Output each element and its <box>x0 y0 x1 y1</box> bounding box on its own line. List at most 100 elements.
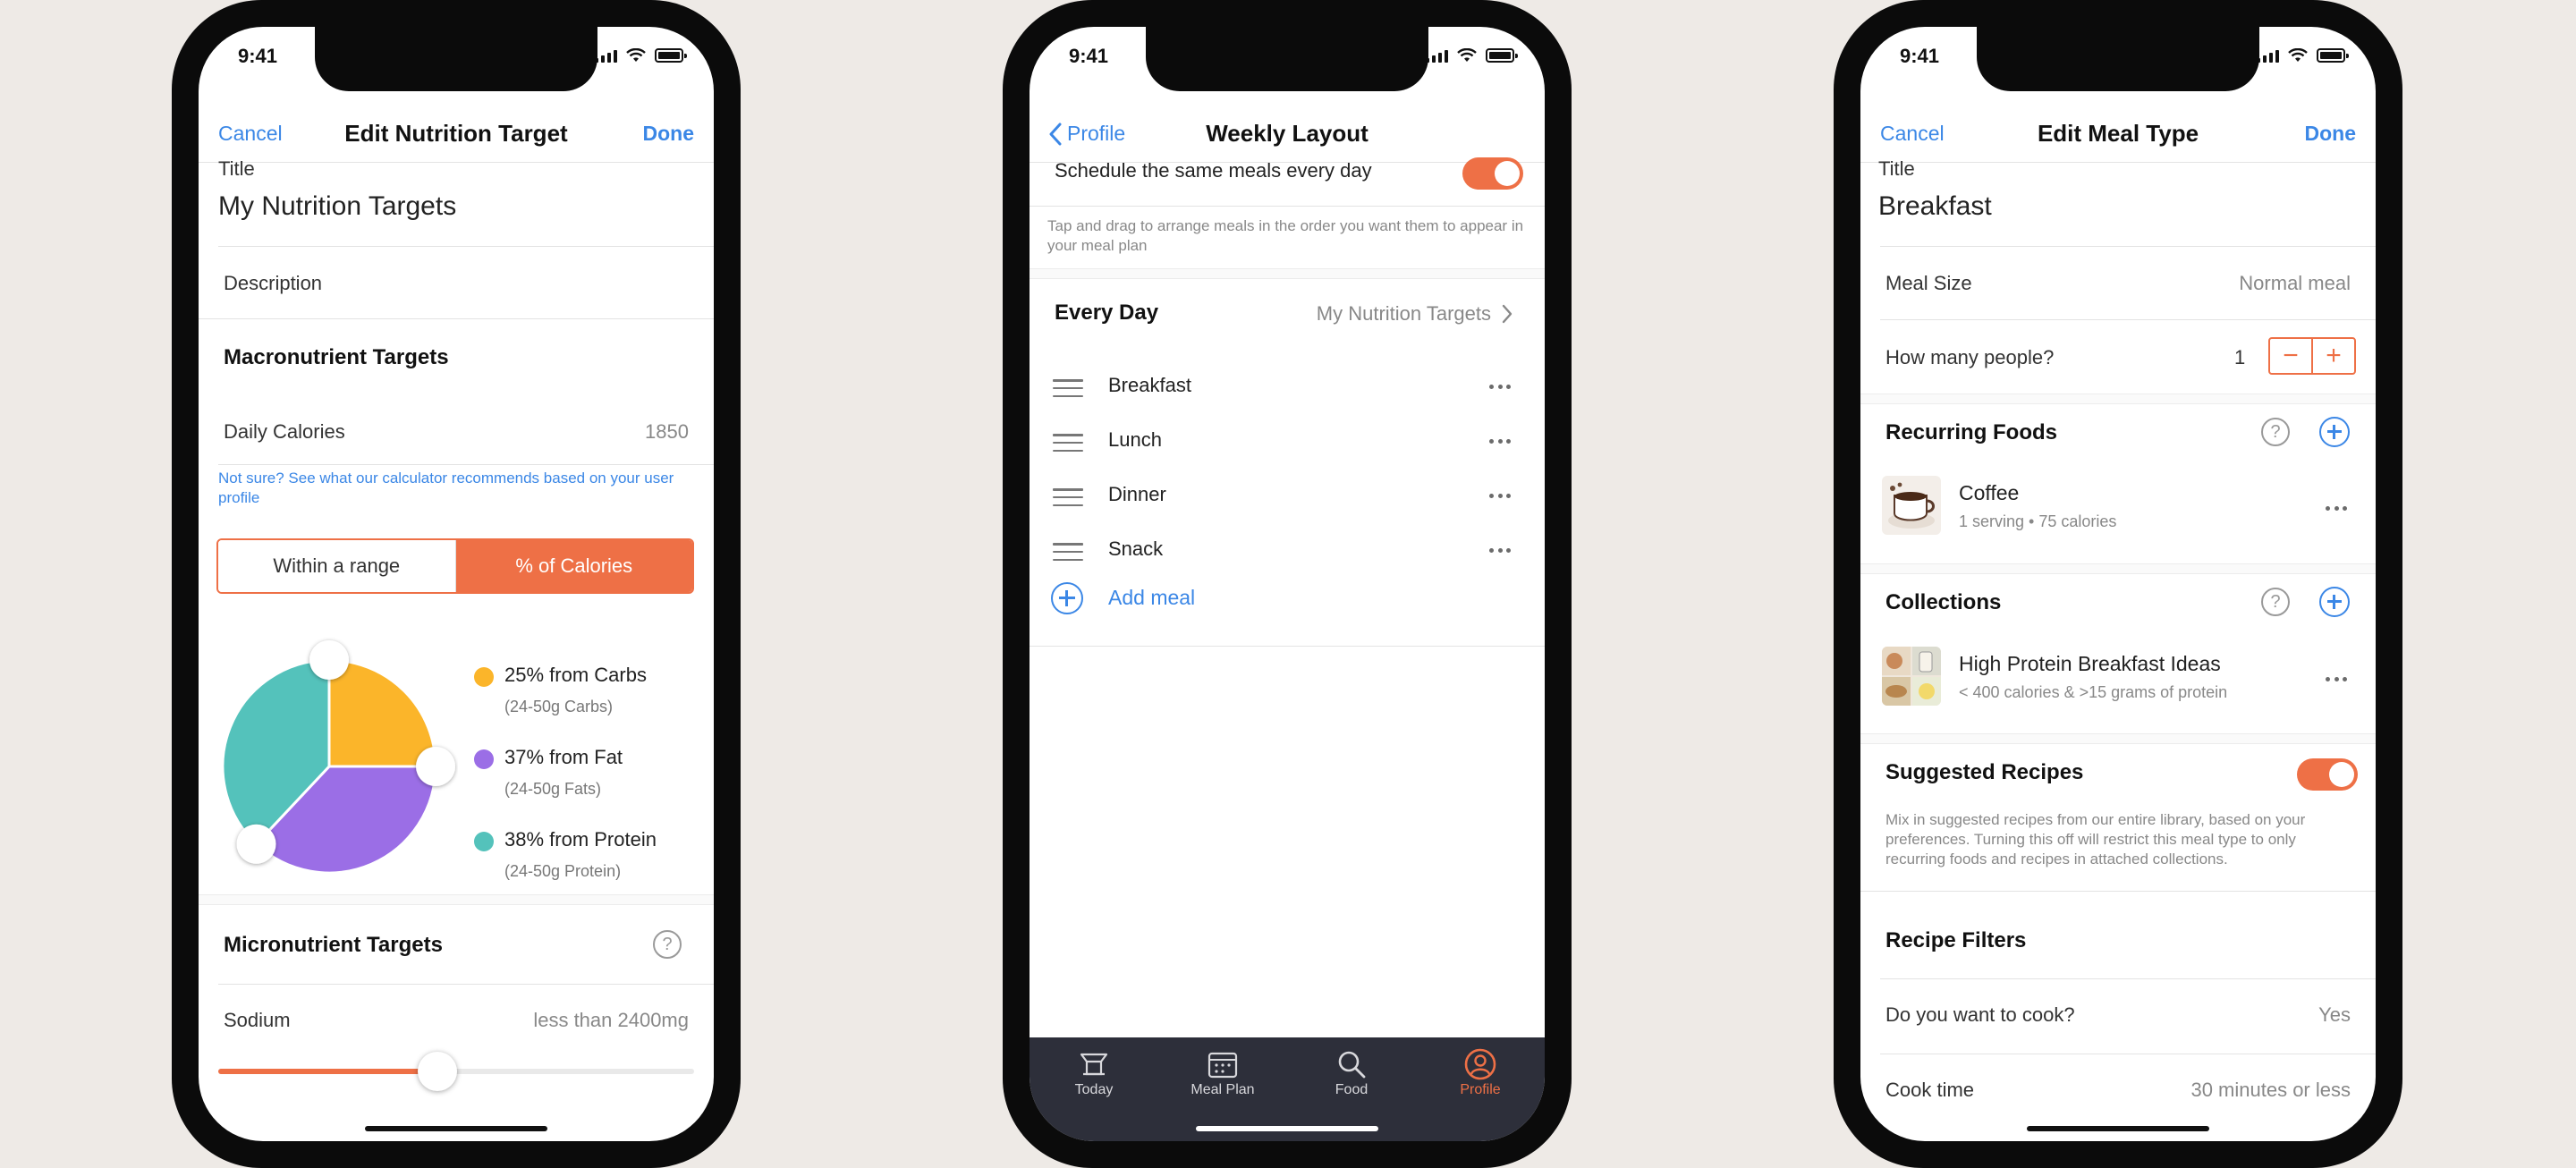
back-button[interactable]: Profile <box>1049 122 1125 146</box>
more-options-icon[interactable] <box>1489 385 1511 390</box>
same-meals-label: Schedule the same meals every day <box>1055 159 1372 182</box>
add-recurring-food-icon[interactable] <box>2319 417 2350 447</box>
pie-drag-handle[interactable] <box>236 824 276 864</box>
daily-calories-label: Daily Calories <box>224 420 345 443</box>
meal-item-label[interactable]: Dinner <box>1108 483 1166 506</box>
divider <box>1880 319 2376 320</box>
title-input[interactable]: My Nutrition Targets <box>218 191 456 222</box>
add-meal-icon[interactable] <box>1051 582 1083 614</box>
description-field[interactable]: Description <box>224 272 322 295</box>
calendar-icon <box>1208 1052 1238 1079</box>
cook-label: Do you want to cook? <box>1885 1003 2075 1026</box>
suggested-recipes-toggle[interactable] <box>2297 758 2358 791</box>
protein-legend-range: (24-50g Protein) <box>504 862 622 880</box>
help-icon[interactable]: ? <box>653 930 682 959</box>
profile-icon <box>1464 1048 1496 1080</box>
help-icon[interactable]: ? <box>2261 418 2290 446</box>
coffee-thumbnail <box>1882 476 1941 535</box>
cancel-button[interactable]: Cancel <box>218 122 283 146</box>
meal-item-label[interactable]: Snack <box>1108 537 1163 561</box>
more-options-icon[interactable] <box>1489 439 1511 444</box>
screen: 9:41 Cancel Edit Nutrition Target Done T… <box>199 27 714 1141</box>
done-button[interactable]: Done <box>643 122 695 146</box>
more-options-icon[interactable] <box>1489 548 1511 554</box>
fat-legend-range: (24-50g Fats) <box>504 780 602 798</box>
meal-size-label: Meal Size <box>1885 272 1972 294</box>
tab-meal-plan[interactable]: Meal Plan <box>1158 1046 1287 1098</box>
suggested-recipes-header: Suggested Recipes <box>1885 760 2084 784</box>
collection-detail: < 400 calories & >15 grams of protein <box>1959 683 2228 701</box>
within-range-option[interactable]: Within a range <box>218 540 456 592</box>
divider <box>218 464 714 465</box>
chevron-right-icon[interactable] <box>1502 304 1513 324</box>
notch <box>1146 27 1428 91</box>
section-separator <box>199 894 714 905</box>
fat-legend-dot <box>474 749 494 769</box>
cook-value[interactable]: Yes <box>2318 1003 2351 1027</box>
carbs-legend-dot <box>474 667 494 687</box>
carbs-slice[interactable] <box>327 658 437 768</box>
section-separator <box>1860 563 2376 574</box>
more-options-icon[interactable] <box>2326 506 2347 512</box>
nutrition-target-link[interactable]: My Nutrition Targets <box>1317 302 1491 326</box>
done-button[interactable]: Done <box>2305 122 2357 146</box>
cook-time-label: Cook time <box>1885 1079 1975 1101</box>
drag-handle-icon[interactable] <box>1053 543 1083 561</box>
signal-icon <box>595 50 617 63</box>
protein-legend-label: 38% from Protein <box>504 828 657 851</box>
add-collection-icon[interactable] <box>2319 587 2350 617</box>
arrange-hint: Tap and drag to arrange meals in the ord… <box>1047 217 1524 254</box>
meal-size-value[interactable]: Normal meal <box>2239 272 2351 295</box>
title-input[interactable]: Breakfast <box>1878 191 1992 222</box>
percent-calories-option[interactable]: % of Calories <box>455 540 692 592</box>
battery-icon <box>1486 48 1518 63</box>
back-label: Profile <box>1067 122 1126 145</box>
status-time: 9:41 <box>238 45 278 67</box>
divider <box>1030 646 1545 647</box>
drag-handle-icon[interactable] <box>1053 488 1083 506</box>
target-mode-segmented-control[interactable]: Within a range % of Calories <box>216 538 694 594</box>
search-icon <box>1338 1051 1366 1079</box>
people-stepper[interactable]: − + <box>2268 337 2356 375</box>
pie-drag-handle[interactable] <box>309 640 349 680</box>
status-icons <box>2257 48 2349 63</box>
tab-today[interactable]: Today <box>1030 1046 1158 1098</box>
sodium-slider-knob[interactable] <box>417 1052 457 1091</box>
wifi-icon <box>2288 48 2308 62</box>
tab-food[interactable]: Food <box>1287 1046 1416 1098</box>
chevron-left-icon <box>1049 123 1062 145</box>
collection-name[interactable]: High Protein Breakfast Ideas <box>1959 652 2221 676</box>
cook-time-value[interactable]: 30 minutes or less <box>2190 1079 2351 1102</box>
tab-meal-plan-label: Meal Plan <box>1191 1082 1255 1097</box>
more-options-icon[interactable] <box>2326 677 2347 682</box>
title-label: Title <box>1878 157 1915 180</box>
decrement-button[interactable]: − <box>2270 339 2313 373</box>
tab-today-label: Today <box>1074 1082 1114 1097</box>
recurring-food-name[interactable]: Coffee <box>1959 481 2019 505</box>
daily-calories-value[interactable]: 1850 <box>645 420 689 444</box>
recipe-filters-header: Recipe Filters <box>1885 928 2027 952</box>
screen: 9:41 Profile Weekly Layout Schedule the … <box>1030 27 1545 1141</box>
drag-handle-icon[interactable] <box>1053 379 1083 397</box>
nav-bar: Cancel Edit Meal Type Done <box>1860 91 2376 163</box>
phone-edit-meal-type: 9:41 Cancel Edit Meal Type Done Title Br… <box>1834 0 2402 1168</box>
add-meal-button[interactable]: Add meal <box>1108 586 1195 610</box>
increment-button[interactable]: + <box>2313 339 2354 373</box>
meal-item-label[interactable]: Breakfast <box>1108 374 1191 397</box>
sodium-slider[interactable] <box>218 1052 694 1091</box>
calculator-link[interactable]: Not sure? See what our calculator recomm… <box>218 469 701 508</box>
pie-drag-handle[interactable] <box>416 747 455 786</box>
same-meals-toggle[interactable] <box>1462 157 1523 190</box>
more-options-icon[interactable] <box>1489 494 1511 499</box>
drag-handle-icon[interactable] <box>1053 434 1083 452</box>
divider <box>199 318 714 319</box>
help-icon[interactable]: ? <box>2261 588 2290 616</box>
meal-item-label[interactable]: Lunch <box>1108 428 1162 452</box>
phone-weekly-layout: 9:41 Profile Weekly Layout Schedule the … <box>1003 0 1572 1168</box>
tab-profile[interactable]: Profile <box>1416 1046 1545 1098</box>
collections-header: Collections <box>1885 590 2002 614</box>
home-indicator <box>365 1126 547 1131</box>
cancel-button[interactable]: Cancel <box>1880 122 1945 146</box>
macro-pie-chart[interactable] <box>199 617 458 885</box>
status-icons <box>1426 48 1518 63</box>
